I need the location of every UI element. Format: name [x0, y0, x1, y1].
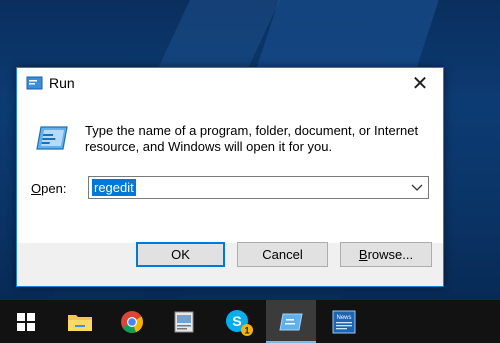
news-icon-text: News	[336, 315, 351, 321]
taskbar-run[interactable]	[266, 300, 316, 343]
title-bar[interactable]: Run ✕	[17, 68, 443, 99]
skype-icon: S 1	[226, 309, 253, 336]
open-input-value[interactable]: regedit	[92, 179, 136, 196]
open-label-accelerator: O	[31, 181, 42, 196]
window-title: Run	[49, 75, 75, 91]
svg-text:S: S	[232, 313, 241, 329]
browse-label-rest: rowse...	[367, 247, 414, 262]
run-icon	[279, 313, 303, 330]
ok-button[interactable]: OK	[136, 242, 225, 267]
chevron-down-icon[interactable]	[410, 180, 424, 194]
cancel-button[interactable]: Cancel	[237, 242, 328, 267]
open-label-rest: pen:	[41, 181, 67, 196]
taskbar-file-explorer[interactable]	[56, 300, 104, 343]
taskbar-news[interactable]: News	[320, 300, 368, 343]
run-icon	[26, 76, 43, 90]
open-combobox[interactable]: regedit	[88, 176, 429, 199]
taskbar-app-document[interactable]	[160, 300, 208, 343]
browse-accelerator: B	[358, 247, 368, 262]
chrome-icon	[121, 310, 143, 333]
dialog-description: Type the name of a program, folder, docu…	[85, 123, 419, 154]
taskbar-skype[interactable]: S 1	[214, 300, 262, 343]
start-button[interactable]	[2, 300, 50, 343]
run-program-icon	[36, 126, 68, 150]
run-dialog: Run ✕ Type the name of a program, folder…	[16, 67, 444, 287]
folder-icon	[68, 314, 92, 331]
news-icon: News	[332, 310, 356, 333]
windows-logo-icon	[17, 312, 35, 331]
taskbar: S 1 News	[0, 300, 500, 343]
skype-badge: 1	[244, 325, 249, 335]
browse-button[interactable]: Browse...	[340, 242, 432, 267]
document-app-icon	[174, 311, 194, 332]
close-button[interactable]: ✕	[397, 68, 443, 99]
taskbar-chrome[interactable]	[108, 300, 156, 343]
open-label: Open:	[31, 181, 66, 196]
